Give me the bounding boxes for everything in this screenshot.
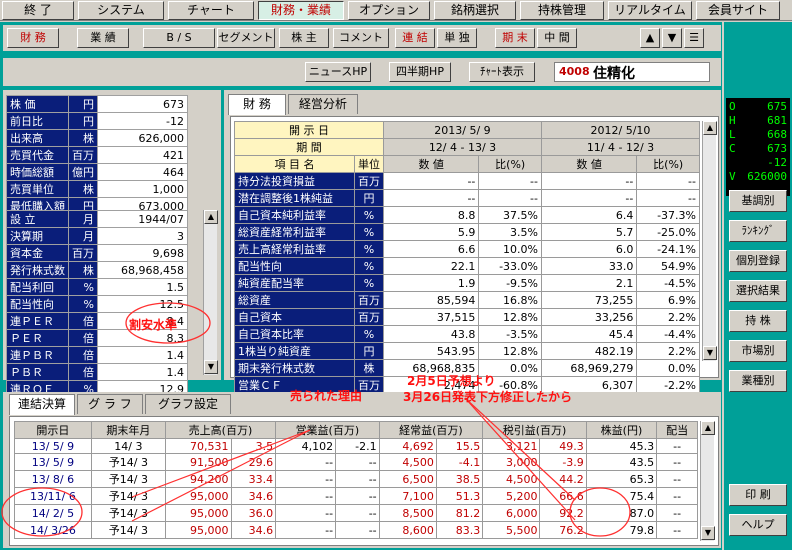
arrow-line: [464, 397, 576, 501]
arrow-line: [131, 429, 311, 498]
annotation-note2: 3月26日発表下方修正したから: [403, 390, 573, 404]
annotation-cheap: 割安水準: [129, 318, 178, 332]
arrow-line: [464, 397, 576, 521]
annotation-reason: 売られた理由: [290, 389, 363, 403]
annotation-note1: 2月5日予想より: [407, 374, 496, 388]
arrow-line: [131, 429, 311, 522]
date-circle: [1, 487, 83, 537]
annotation-overlay: [1, 302, 631, 537]
eps-circle: [569, 487, 631, 537]
